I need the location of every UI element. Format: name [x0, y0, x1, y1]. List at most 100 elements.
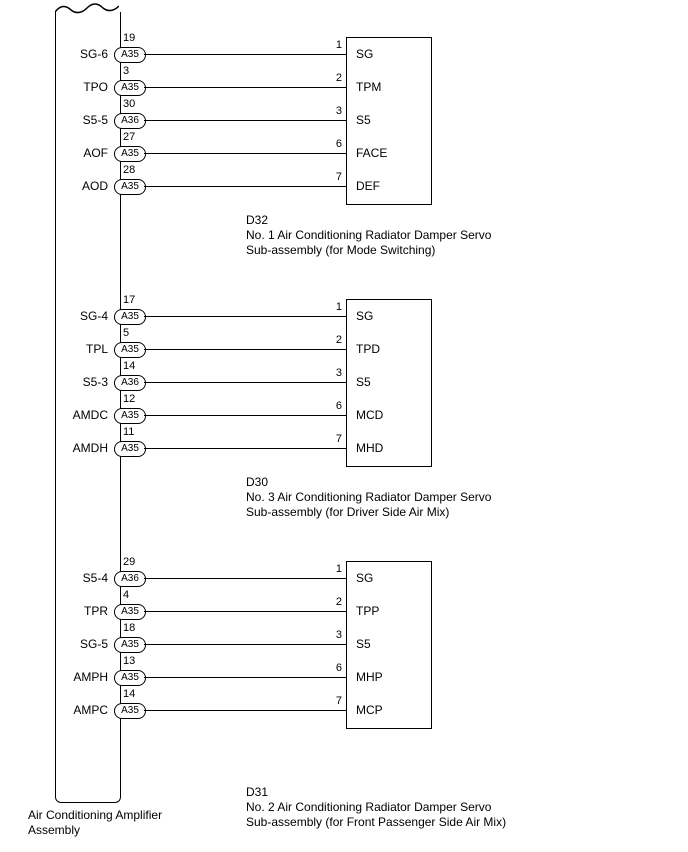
- servo-desc-line2: Sub-assembly (for Mode Switching): [246, 243, 435, 257]
- servo-desc-line1: No. 1 Air Conditioning Radiator Damper S…: [246, 228, 491, 242]
- connector-pin: 13: [123, 655, 135, 667]
- wire-line: [144, 611, 346, 612]
- wire-line: [144, 186, 346, 187]
- connector-pin: 14: [123, 688, 135, 700]
- right-label: TPM: [356, 80, 381, 94]
- wire-line: [144, 644, 346, 645]
- wire-line: [144, 120, 346, 121]
- connector-pin: 29: [123, 556, 135, 568]
- right-pin: 7: [326, 433, 342, 445]
- wire-line: [144, 349, 346, 350]
- servo-desc-line2: Sub-assembly (for Driver Side Air Mix): [246, 505, 449, 519]
- connector-pill: A35: [114, 670, 146, 686]
- right-pin: 7: [326, 171, 342, 183]
- right-label: FACE: [356, 146, 387, 160]
- right-pin: 2: [326, 334, 342, 346]
- connector-pill: A35: [114, 146, 146, 162]
- right-pin: 1: [326, 563, 342, 575]
- connector-pill: A35: [114, 179, 146, 195]
- amplifier-label: Air Conditioning Amplifier Assembly: [28, 808, 162, 838]
- left-label: AOD: [58, 179, 108, 193]
- right-label: MCP: [356, 703, 383, 717]
- left-label: AMDH: [58, 441, 108, 455]
- wire-line: [144, 316, 346, 317]
- connector-pill: A35: [114, 604, 146, 620]
- servo-id: D32: [246, 213, 268, 227]
- right-label: S5: [356, 375, 371, 389]
- right-label: DEF: [356, 179, 380, 193]
- right-label: MHD: [356, 441, 383, 455]
- amplifier-label-line2: Assembly: [28, 823, 80, 837]
- left-label: SG-6: [58, 47, 108, 61]
- right-pin: 3: [326, 367, 342, 379]
- left-label: AMDC: [58, 408, 108, 422]
- connector-pill: A36: [114, 375, 146, 391]
- left-label: AMPH: [58, 670, 108, 684]
- wiring-diagram: SG-6 19 A35 1 SG TPO 3 A35 2 TPM S5-5 30…: [0, 0, 688, 852]
- connector-pin: 14: [123, 360, 135, 372]
- left-label: TPO: [58, 80, 108, 94]
- right-label: S5: [356, 113, 371, 127]
- right-label: TPD: [356, 342, 380, 356]
- connector-pin: 19: [123, 32, 135, 44]
- connector-pin: 17: [123, 294, 135, 306]
- right-pin: 2: [326, 72, 342, 84]
- wire-line: [144, 87, 346, 88]
- connector-pill: A35: [114, 47, 146, 63]
- connector-pin: 4: [123, 589, 129, 601]
- right-pin: 7: [326, 695, 342, 707]
- wire-line: [144, 677, 346, 678]
- left-label: TPR: [58, 604, 108, 618]
- servo-desc-line1: No. 2 Air Conditioning Radiator Damper S…: [246, 800, 491, 814]
- servo-desc-line1: No. 3 Air Conditioning Radiator Damper S…: [246, 490, 491, 504]
- connector-pin: 11: [123, 426, 134, 438]
- right-label: SG: [356, 309, 373, 323]
- connector-pin: 12: [123, 393, 135, 405]
- wire-line: [144, 415, 346, 416]
- connector-pill: A35: [114, 637, 146, 653]
- connector-pin: 18: [123, 622, 135, 634]
- connector-pin: 5: [123, 327, 129, 339]
- right-label: TPP: [356, 604, 379, 618]
- wire-line: [144, 710, 346, 711]
- right-label: SG: [356, 47, 373, 61]
- right-label: MHP: [356, 670, 383, 684]
- right-pin: 1: [326, 301, 342, 313]
- wire-line: [144, 153, 346, 154]
- left-label: S5-4: [58, 571, 108, 585]
- right-pin: 3: [326, 629, 342, 641]
- servo-desc-line2: Sub-assembly (for Front Passenger Side A…: [246, 815, 506, 829]
- left-label: S5-3: [58, 375, 108, 389]
- right-pin: 3: [326, 105, 342, 117]
- left-label: AOF: [58, 146, 108, 160]
- left-label: AMPC: [58, 703, 108, 717]
- wire-line: [144, 448, 346, 449]
- right-pin: 2: [326, 596, 342, 608]
- servo-id: D31: [246, 785, 268, 799]
- right-pin: 6: [326, 138, 342, 150]
- amplifier-label-line1: Air Conditioning Amplifier: [28, 808, 162, 822]
- right-pin: 1: [326, 39, 342, 51]
- connector-pill: A35: [114, 80, 146, 96]
- connector-pin: 27: [123, 131, 135, 143]
- connector-pill: A35: [114, 342, 146, 358]
- servo-desc-d30: D30 No. 3 Air Conditioning Radiator Damp…: [246, 475, 491, 520]
- right-pin: 6: [326, 662, 342, 674]
- servo-id: D30: [246, 475, 268, 489]
- servo-desc-d31: D31 No. 2 Air Conditioning Radiator Damp…: [246, 785, 506, 830]
- connector-pill: A35: [114, 441, 146, 457]
- right-label: S5: [356, 637, 371, 651]
- servo-desc-d32: D32 No. 1 Air Conditioning Radiator Damp…: [246, 213, 491, 258]
- left-label: S5-5: [58, 113, 108, 127]
- connector-pill: A35: [114, 408, 146, 424]
- wire-line: [144, 382, 346, 383]
- right-label: SG: [356, 571, 373, 585]
- wire-line: [144, 54, 346, 55]
- left-label: TPL: [58, 342, 108, 356]
- left-label: SG-4: [58, 309, 108, 323]
- left-label: SG-5: [58, 637, 108, 651]
- connector-pill: A36: [114, 571, 146, 587]
- connector-pin: 30: [123, 98, 135, 110]
- connector-pin: 3: [123, 65, 129, 77]
- connector-pill: A35: [114, 309, 146, 325]
